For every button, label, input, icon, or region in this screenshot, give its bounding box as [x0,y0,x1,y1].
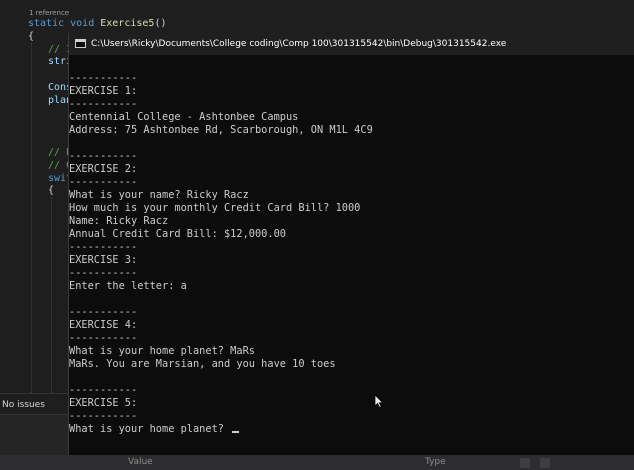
console-app-icon[interactable] [75,39,86,48]
console-line: ----------- [69,176,138,188]
console-line: Address: 75 Ashtonbee Rd, Scarborough, O… [69,124,373,136]
brace-open: { [28,31,35,42]
console-line: ----------- [69,241,138,253]
console-line: ----------- [69,72,138,84]
console-line: ----------- [69,150,138,162]
status-bar[interactable]: No issues found [0,393,68,432]
method-parens: () [154,18,167,29]
mouse-pointer-icon [374,394,384,408]
console-line: ----------- [69,98,138,110]
console-line: EXERCISE 2: [69,163,138,175]
bottom-panel [0,415,68,455]
text-caret [232,431,240,433]
console-line: MaRs. You are Marsian, and you have 10 t… [69,358,336,370]
method-name: Exercise5 [100,18,155,29]
console-line: EXERCISE 4: [69,319,138,331]
column-header-value[interactable]: Value [128,455,153,470]
console-output[interactable]: ----------- EXERCISE 1: ----------- Centenn… [69,55,634,455]
console-line: EXERCISE 5: [69,397,138,409]
brace-open-switch: { [48,185,55,196]
indent-guide [31,43,32,393]
console-line: ----------- [69,267,138,279]
console-title: C:\Users\Ricky\Documents\College coding\… [91,39,507,49]
console-line: Annual Credit Card Bill: $12,000.00 [69,228,286,240]
indent-guide [51,197,52,393]
console-line: ----------- [69,410,138,422]
console-line: What is your home planet? [69,423,240,436]
console-line: Centennial College - Ashtonbee Campus [69,111,299,123]
console-window[interactable]: C:\Users\Ricky\Documents\College coding\… [68,33,634,455]
console-line: How much is your monthly Credit Card Bil… [69,202,361,214]
console-line: ----------- [69,384,138,396]
locals-header: Value Type [0,455,634,470]
console-line: EXERCISE 1: [69,85,138,97]
console-line: ----------- [69,332,138,344]
console-line: EXERCISE 3: [69,254,138,266]
console-line: Name: Ricky Racz [69,215,169,227]
console-line: Enter the letter: a [69,280,187,292]
console-line: ----------- [69,306,138,318]
method-modifiers: static void [28,18,101,29]
console-title-bar[interactable]: C:\Users\Ricky\Documents\College coding\… [69,33,634,55]
column-header-type[interactable]: Type [425,455,446,470]
scroll-right-icon[interactable] [540,458,550,468]
console-line: What is your home planet? MaRs [69,345,255,357]
console-line: What is your name? Ricky Racz [69,189,249,201]
method-signature: static void Exercise5() [28,17,166,30]
scroll-left-icon[interactable] [520,458,530,468]
